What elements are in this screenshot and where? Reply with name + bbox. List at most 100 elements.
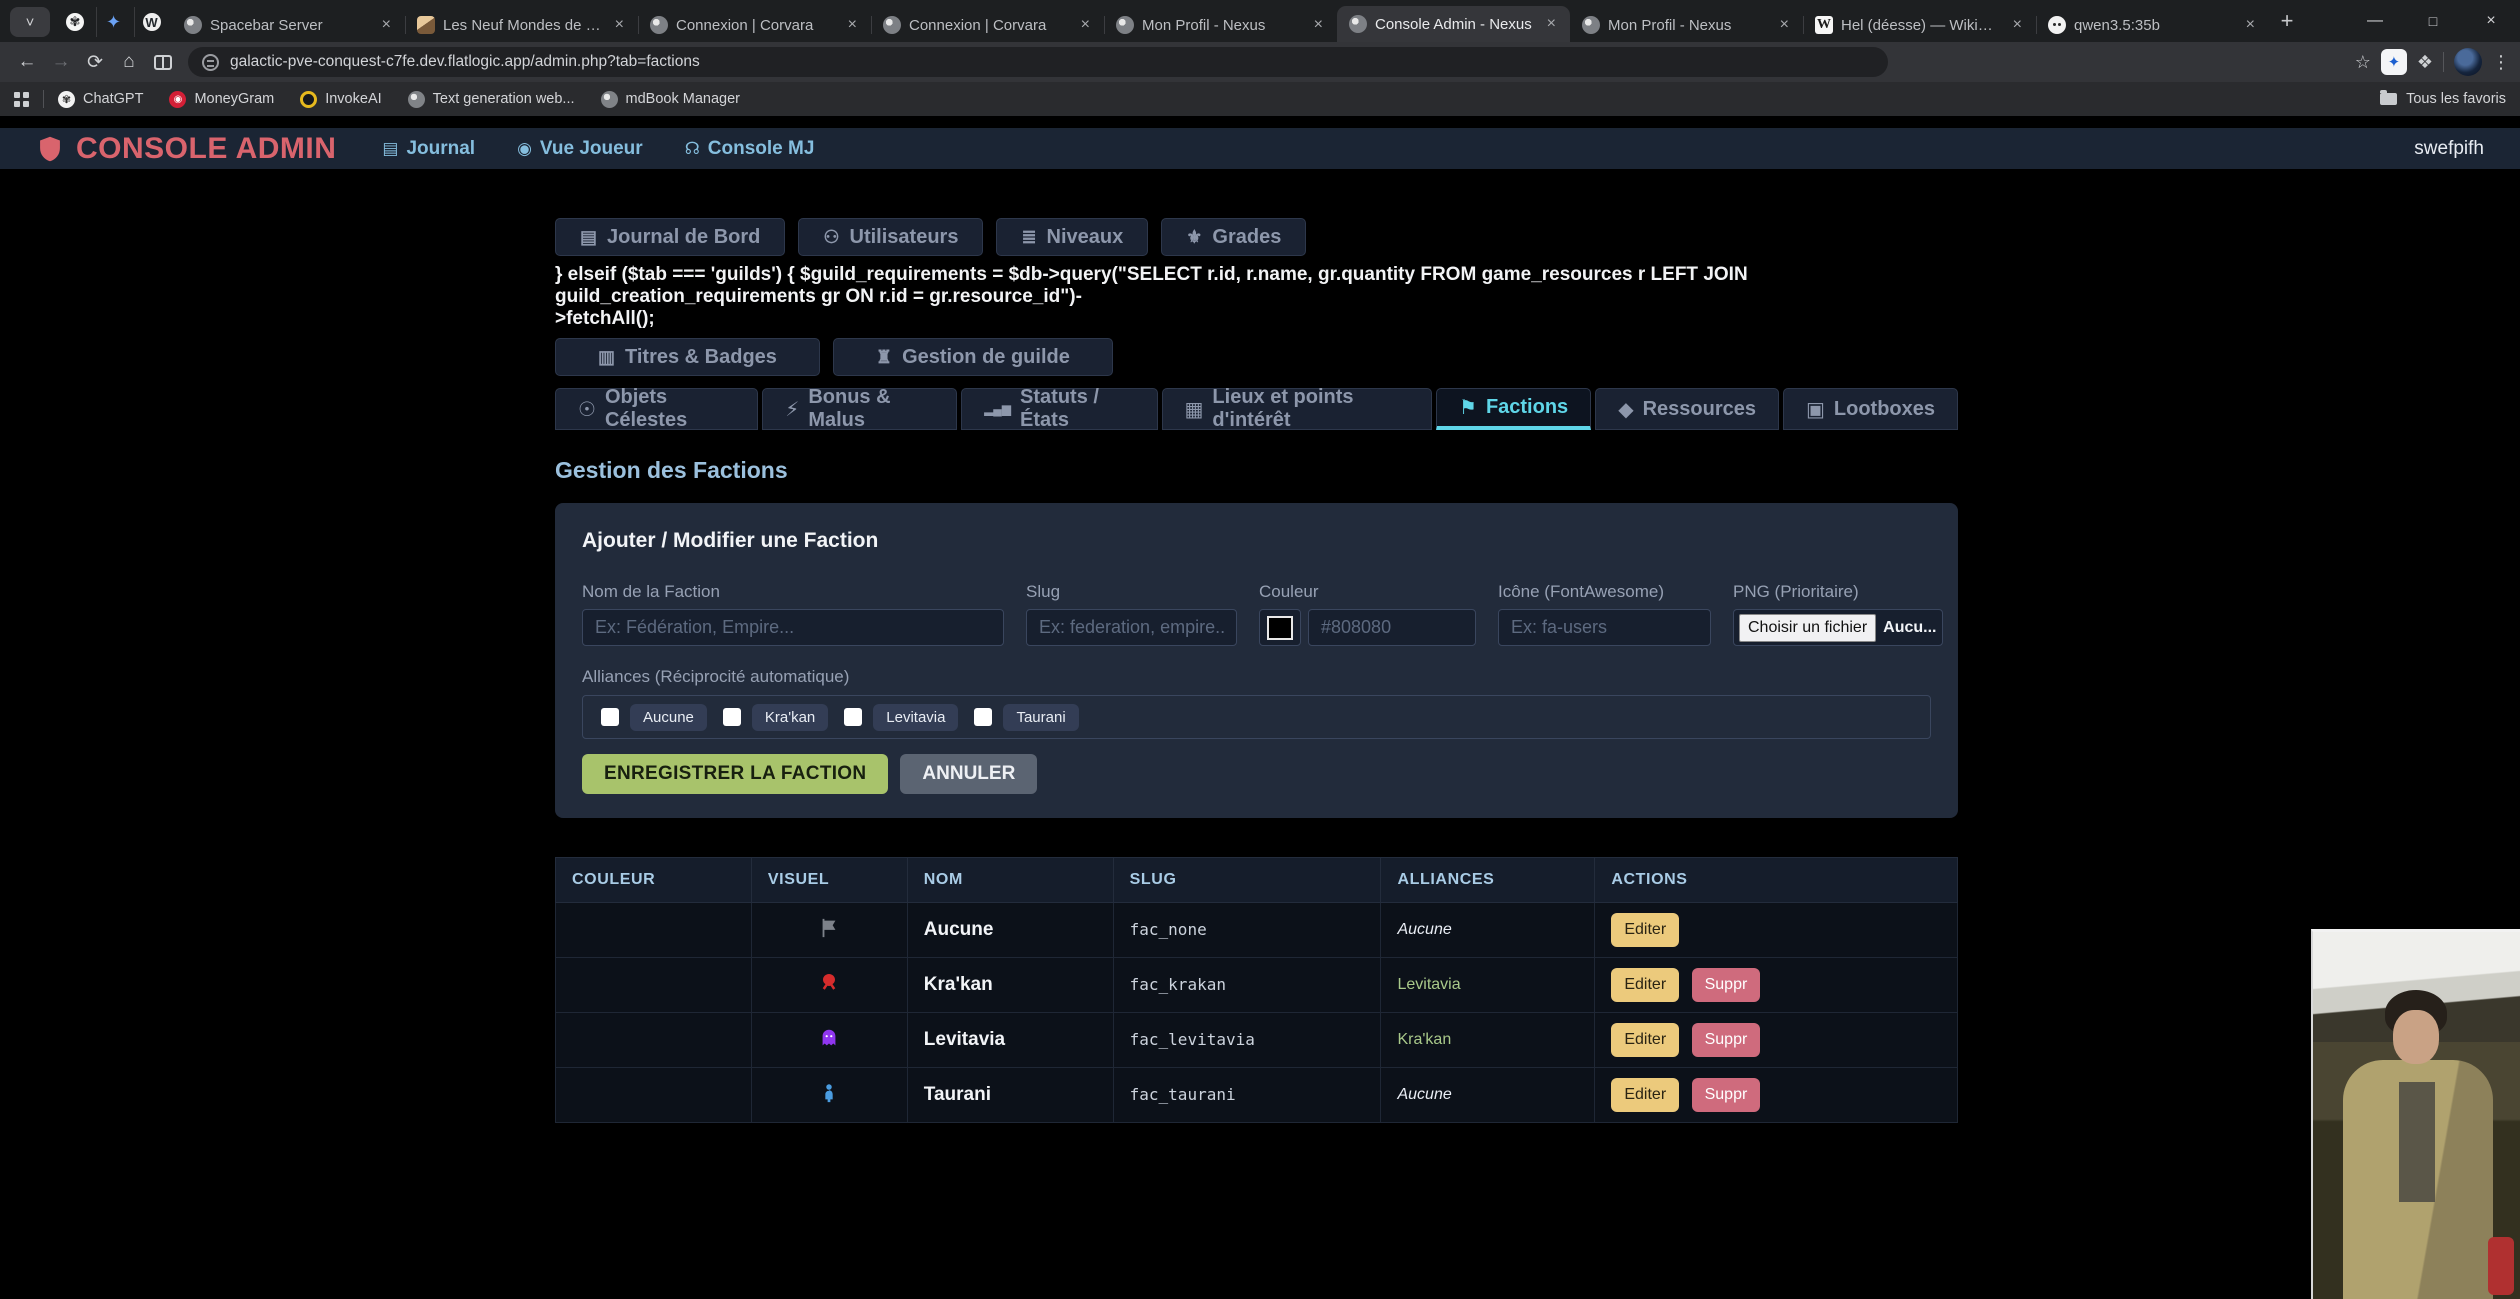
alliances-label: Alliances (Réciprocité automatique): [582, 667, 1931, 687]
pip-video-overlay[interactable]: [2311, 929, 2520, 1299]
bookmark-star-icon[interactable]: ☆: [2355, 52, 2371, 73]
browser-tab[interactable]: Mon Profil - Nexus ×: [1104, 8, 1337, 42]
gem-icon: ◆: [1618, 397, 1633, 422]
browser-tab[interactable]: qwen3.5:35b ×: [2036, 8, 2269, 42]
table-row: Kra'kan fac_krakan Levitavia Editer Supp…: [556, 958, 1958, 1013]
tab-objets-celestes[interactable]: ☉ Objets Célestes: [555, 388, 758, 430]
tab-close-icon[interactable]: ×: [2009, 16, 2026, 34]
nav-vue-joueur[interactable]: ◉ Vue Joueur: [517, 138, 643, 160]
tab-close-icon[interactable]: ×: [2242, 16, 2259, 34]
nav-journal[interactable]: ▤ Journal: [382, 138, 475, 160]
tab-close-icon[interactable]: ×: [611, 16, 628, 34]
tab-close-icon[interactable]: ×: [1543, 15, 1560, 33]
tab-search-button[interactable]: ˅: [10, 7, 50, 37]
bookmark-item[interactable]: Text generation web...: [408, 91, 575, 108]
browser-tab-strip: ˅ ✾ ✦ W Spacebar Server × Les Neuf Monde…: [0, 0, 2520, 42]
back-button[interactable]: ←: [10, 45, 44, 79]
address-bar[interactable]: galactic-pve-conquest-c7fe.dev.flatlogic…: [188, 47, 1888, 77]
color-hex-input[interactable]: [1308, 609, 1476, 646]
faction-slug-input[interactable]: [1026, 609, 1237, 646]
medal-icon: ⚜: [1186, 227, 1202, 248]
tab-statuts-etats[interactable]: ▂▄▆ Statuts / États: [961, 388, 1157, 430]
admin-tabs: ☉ Objets Célestes ⚡ Bonus & Malus ▂▄▆ St…: [555, 388, 1958, 430]
utilisateurs-button[interactable]: ⚇ Utilisateurs: [798, 218, 983, 256]
pinned-tab-gemini[interactable]: ✦: [96, 7, 130, 37]
nav-console-mj[interactable]: ☊ Console MJ: [685, 138, 815, 160]
bookmark-item[interactable]: InvokeAI: [300, 91, 381, 108]
window-close-button[interactable]: ×: [2462, 0, 2520, 42]
form-fields: Nom de la Faction Slug Couleur: [582, 582, 1931, 646]
home-button[interactable]: ⌂: [112, 45, 146, 79]
globe-favicon-icon: [1582, 16, 1600, 34]
window-controls: — □ ×: [2346, 0, 2520, 42]
checkbox-aucune[interactable]: [601, 708, 619, 726]
extensions-puzzle-icon[interactable]: ❖: [2417, 52, 2433, 73]
tab-close-icon[interactable]: ×: [1077, 16, 1094, 34]
all-favorites-button[interactable]: Tous les favoris: [2380, 91, 2506, 107]
edit-button[interactable]: Editer: [1611, 1023, 1679, 1057]
browser-tab-active[interactable]: Console Admin - Nexus ×: [1337, 6, 1570, 42]
checkbox-taurani[interactable]: [974, 708, 992, 726]
minimize-button[interactable]: —: [2346, 0, 2404, 42]
browser-tab[interactable]: Les Neuf Mondes de la Mythol... ×: [405, 8, 638, 42]
browser-tab[interactable]: W Hel (déesse) — Wikipédia ×: [1803, 8, 2036, 42]
users-icon: ⚇: [823, 227, 839, 248]
site-info-icon[interactable]: [202, 54, 219, 71]
color-swatch: [1267, 616, 1293, 640]
forward-button[interactable]: →: [44, 45, 78, 79]
titres-badges-button[interactable]: ▥ Titres & Badges: [555, 338, 820, 376]
gestion-guilde-button[interactable]: ♜ Gestion de guilde: [833, 338, 1113, 376]
profile-avatar[interactable]: [2454, 48, 2482, 76]
delete-button[interactable]: Suppr: [1692, 1078, 1761, 1112]
file-input[interactable]: Choisir un fichier Aucu...hoisi: [1733, 609, 1943, 646]
table-row: Aucune fac_none Aucune Editer: [556, 903, 1958, 958]
reload-button[interactable]: ⟳: [78, 45, 112, 79]
new-tab-button[interactable]: +: [2269, 4, 2305, 38]
pinned-tab-wordpress[interactable]: W: [134, 7, 168, 37]
invokeai-icon: [300, 91, 317, 108]
tab-lieux-poi[interactable]: ▦ Lieux et points d'intérêt: [1162, 388, 1432, 430]
browser-menu-icon[interactable]: ⋮: [2492, 52, 2510, 73]
delete-button[interactable]: Suppr: [1692, 968, 1761, 1002]
edit-button[interactable]: Editer: [1611, 913, 1679, 947]
tab-close-icon[interactable]: ×: [1310, 16, 1327, 34]
brand[interactable]: CONSOLE ADMIN: [36, 132, 336, 166]
save-faction-button[interactable]: ENREGISTRER LA FACTION: [582, 754, 888, 794]
form-title: Ajouter / Modifier une Faction: [582, 529, 1931, 553]
checkbox-levitavia[interactable]: [844, 708, 862, 726]
journal-de-bord-button[interactable]: ▤ Journal de Bord: [555, 218, 785, 256]
edit-button[interactable]: Editer: [1611, 1078, 1679, 1112]
delete-button[interactable]: Suppr: [1692, 1023, 1761, 1057]
cancel-button[interactable]: ANNULER: [900, 754, 1037, 794]
tab-close-icon[interactable]: ×: [1776, 16, 1793, 34]
color-picker[interactable]: [1259, 609, 1301, 646]
tab-lootboxes[interactable]: ▣ Lootboxes: [1783, 388, 1958, 430]
planet-icon: ☉: [578, 397, 596, 422]
browser-tab[interactable]: Spacebar Server ×: [172, 8, 405, 42]
grades-button[interactable]: ⚜ Grades: [1161, 218, 1306, 256]
tab-close-icon[interactable]: ×: [844, 16, 861, 34]
apps-grid-icon[interactable]: [14, 92, 29, 107]
bookmark-item[interactable]: ◉ MoneyGram: [169, 91, 274, 108]
tab-ressources[interactable]: ◆ Ressources: [1595, 388, 1779, 430]
browser-tab[interactable]: Mon Profil - Nexus ×: [1570, 8, 1803, 42]
faction-name-input[interactable]: [582, 609, 1004, 646]
split-screen-button[interactable]: [146, 45, 180, 79]
url-text[interactable]: galactic-pve-conquest-c7fe.dev.flatlogic…: [230, 53, 700, 71]
bookmark-item[interactable]: ✾ ChatGPT: [58, 91, 143, 108]
pinned-tab-openai[interactable]: ✾: [58, 7, 92, 37]
faction-icon-input[interactable]: [1498, 609, 1711, 646]
tab-bonus-malus[interactable]: ⚡ Bonus & Malus: [762, 388, 957, 430]
bookmark-item[interactable]: mdBook Manager: [601, 91, 740, 108]
extension-icon[interactable]: ✦: [2381, 49, 2407, 75]
choose-file-button[interactable]: Choisir un fichier: [1739, 614, 1876, 642]
site-header: CONSOLE ADMIN ▤ Journal ◉ Vue Joueur ☊ C…: [0, 128, 2520, 169]
maximize-button[interactable]: □: [2404, 0, 2462, 42]
tab-factions[interactable]: ⚑ Factions: [1436, 388, 1591, 430]
tab-close-icon[interactable]: ×: [378, 16, 395, 34]
checkbox-krakan[interactable]: [723, 708, 741, 726]
browser-tab[interactable]: Connexion | Corvara ×: [871, 8, 1104, 42]
browser-tab[interactable]: Connexion | Corvara ×: [638, 8, 871, 42]
edit-button[interactable]: Editer: [1611, 968, 1679, 1002]
niveaux-button[interactable]: ≣ Niveaux: [996, 218, 1148, 256]
